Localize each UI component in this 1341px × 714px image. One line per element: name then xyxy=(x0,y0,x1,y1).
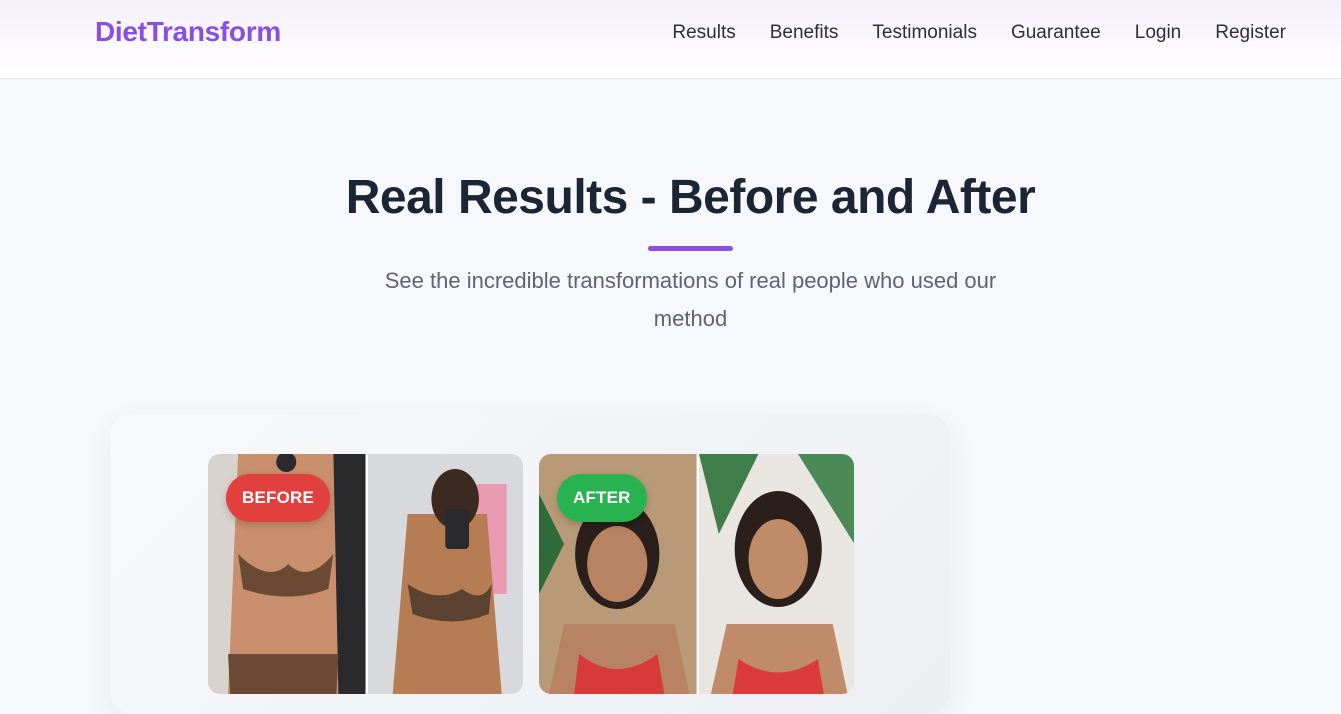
section-title: Real Results - Before and After xyxy=(345,171,1036,224)
nav-register[interactable]: Register xyxy=(1215,22,1286,44)
nav-benefits[interactable]: Benefits xyxy=(770,22,839,44)
after-badge: AFTER xyxy=(557,474,647,522)
nav-guarantee[interactable]: Guarantee xyxy=(1011,22,1101,44)
site-logo[interactable]: DietTransform xyxy=(95,16,281,48)
main-nav: Results Benefits Testimonials Guarantee … xyxy=(638,22,1286,44)
before-badge: BEFORE xyxy=(226,474,331,522)
nav-login[interactable]: Login xyxy=(1135,22,1182,44)
after-photo-2 xyxy=(696,454,854,694)
before-photo-2 xyxy=(365,454,523,694)
title-underline xyxy=(648,246,733,251)
nav-testimonials[interactable]: Testimonials xyxy=(872,22,977,44)
nav-results[interactable]: Results xyxy=(672,22,735,44)
section-subtitle: See the incredible transformations of re… xyxy=(384,268,997,331)
top-navbar: DietTransform Results Benefits Testimoni… xyxy=(0,0,1341,79)
